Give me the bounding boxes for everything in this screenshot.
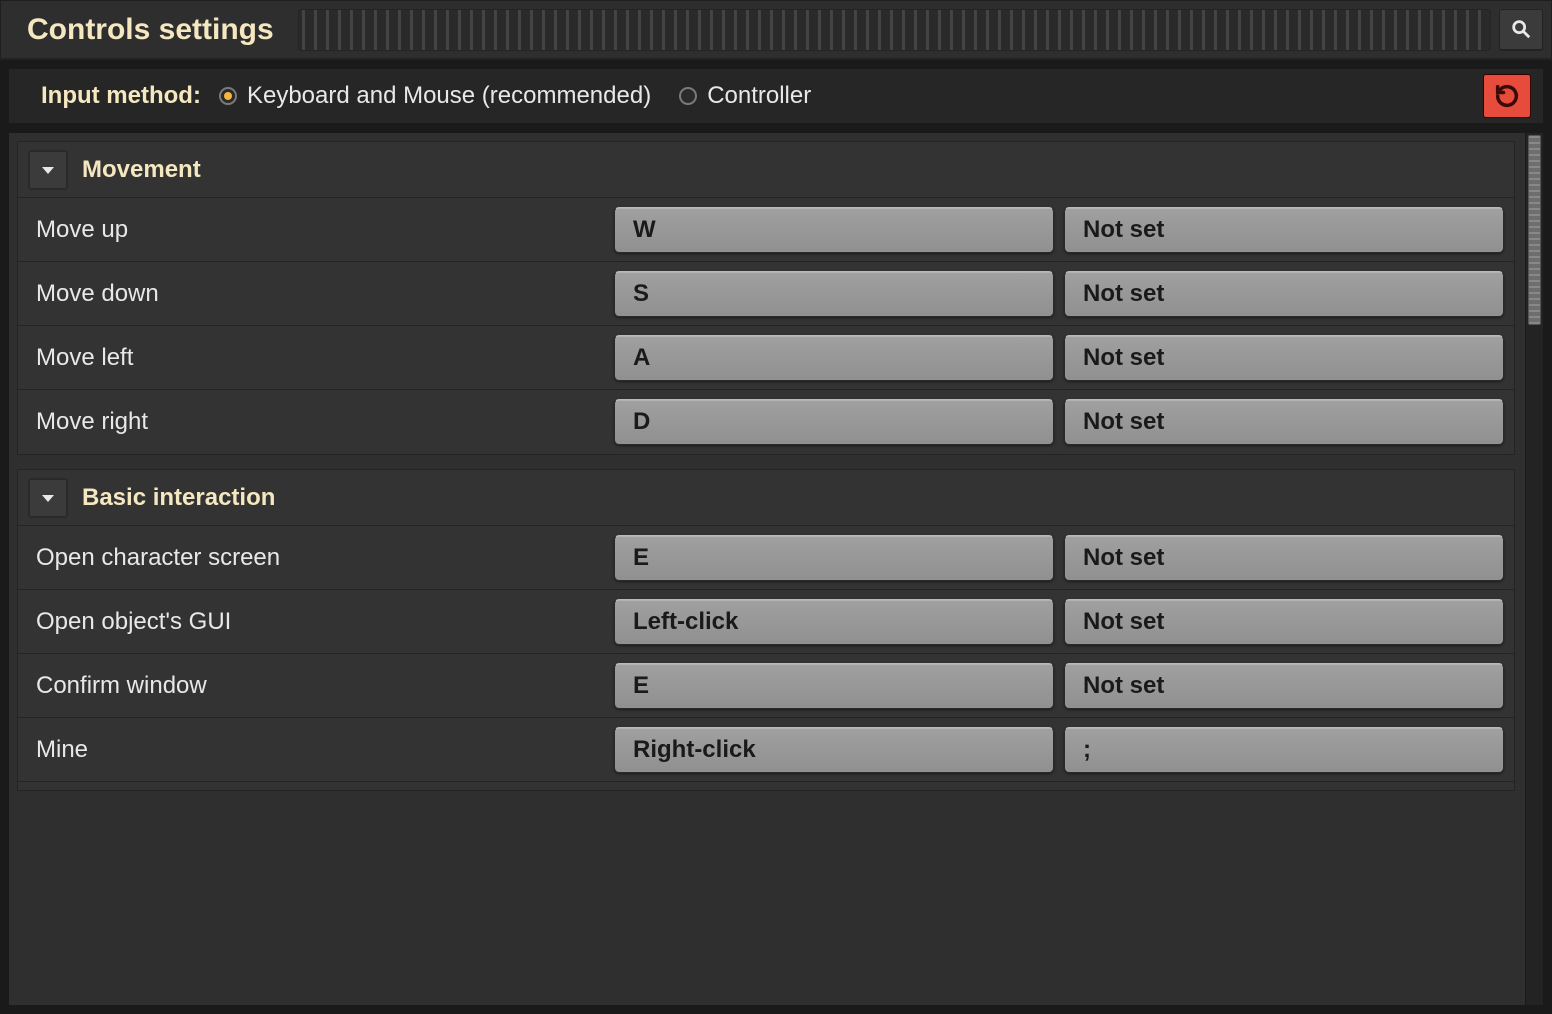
search-icon	[1510, 18, 1532, 40]
secondary-key-button[interactable]: Not set	[1064, 399, 1504, 445]
radio-label: Keyboard and Mouse (recommended)	[247, 82, 651, 110]
section-header: Movement	[18, 142, 1514, 198]
reset-button[interactable]	[1483, 74, 1531, 118]
binding-row: Move down S Not set	[18, 262, 1514, 326]
binding-label: Open character screen	[36, 544, 604, 572]
primary-key-button[interactable]: Left-click	[614, 599, 1054, 645]
primary-key-button[interactable]: E	[614, 663, 1054, 709]
primary-key-button[interactable]: D	[614, 399, 1054, 445]
primary-key-button[interactable]: A	[614, 335, 1054, 381]
section-title: Movement	[82, 156, 201, 184]
search-button[interactable]	[1499, 9, 1543, 51]
section-movement: Movement Move up W Not set Move down S N…	[17, 141, 1515, 455]
primary-key-button[interactable]: S	[614, 271, 1054, 317]
binding-row: Move right D Not set	[18, 390, 1514, 454]
binding-label: Open object's GUI	[36, 608, 604, 636]
section-title: Basic interaction	[82, 484, 275, 512]
collapse-button[interactable]	[28, 150, 68, 190]
secondary-key-button[interactable]: Not set	[1064, 207, 1504, 253]
radio-label: Controller	[707, 82, 811, 110]
bindings-scroll-area: Movement Move up W Not set Move down S N…	[8, 132, 1544, 1006]
primary-key-button[interactable]: Right-click	[614, 727, 1054, 773]
secondary-key-button[interactable]: Not set	[1064, 335, 1504, 381]
binding-row: Move left A Not set	[18, 326, 1514, 390]
binding-label: Confirm window	[36, 672, 604, 700]
radio-dot-icon	[219, 87, 237, 105]
radio-controller[interactable]: Controller	[679, 82, 811, 110]
secondary-key-button[interactable]: Not set	[1064, 663, 1504, 709]
binding-label: Move left	[36, 344, 604, 372]
primary-key-button[interactable]: E	[614, 535, 1054, 581]
binding-label: Move right	[36, 408, 604, 436]
collapse-button[interactable]	[28, 478, 68, 518]
title-grip[interactable]	[298, 9, 1491, 51]
scrollbar-thumb[interactable]	[1528, 135, 1541, 325]
section-header: Basic interaction	[18, 470, 1514, 526]
radio-dot-icon	[679, 87, 697, 105]
binding-row	[18, 782, 1514, 790]
bindings-content: Movement Move up W Not set Move down S N…	[9, 133, 1523, 1005]
input-method-bar: Input method: Keyboard and Mouse (recomm…	[8, 68, 1544, 124]
binding-row: Mine Right-click ;	[18, 718, 1514, 782]
binding-label: Mine	[36, 736, 604, 764]
binding-row: Open character screen E Not set	[18, 526, 1514, 590]
chevron-down-icon	[40, 490, 56, 506]
binding-row: Open object's GUI Left-click Not set	[18, 590, 1514, 654]
binding-label: Move down	[36, 280, 604, 308]
input-method-label: Input method:	[41, 82, 201, 110]
secondary-key-button[interactable]: Not set	[1064, 271, 1504, 317]
input-method-radio-group: Keyboard and Mouse (recommended) Control…	[219, 82, 811, 110]
secondary-key-button[interactable]: Not set	[1064, 535, 1504, 581]
section-basic-interaction: Basic interaction Open character screen …	[17, 469, 1515, 791]
scrollbar-track[interactable]	[1525, 133, 1543, 1005]
binding-row: Confirm window E Not set	[18, 654, 1514, 718]
page-title: Controls settings	[27, 13, 274, 47]
secondary-key-button[interactable]: Not set	[1064, 599, 1504, 645]
chevron-down-icon	[40, 162, 56, 178]
secondary-key-button[interactable]: ;	[1064, 727, 1504, 773]
binding-row: Move up W Not set	[18, 198, 1514, 262]
radio-keyboard-mouse[interactable]: Keyboard and Mouse (recommended)	[219, 82, 651, 110]
primary-key-button[interactable]: W	[614, 207, 1054, 253]
binding-label: Move up	[36, 216, 604, 244]
title-bar: Controls settings	[0, 0, 1552, 60]
reset-icon	[1493, 82, 1521, 110]
